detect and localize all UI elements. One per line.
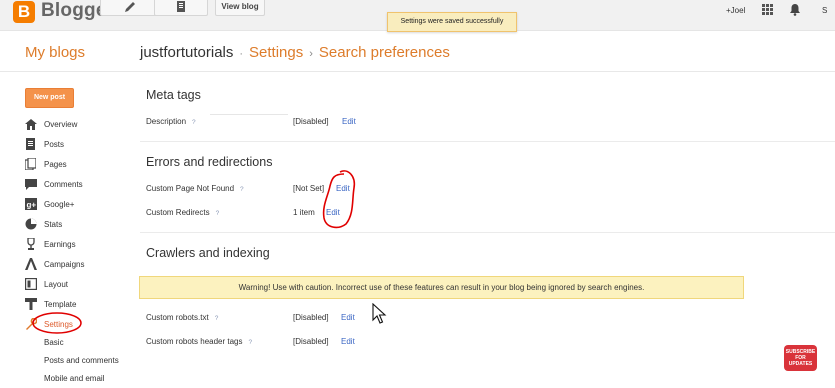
section-title-crawlers-indexing: Crawlers and indexing <box>146 246 270 260</box>
section-divider <box>140 232 835 233</box>
sidebar-item-comments[interactable]: Comments <box>24 174 119 194</box>
layout-icon <box>24 278 37 290</box>
sidebar-item-label: Earnings <box>44 239 76 249</box>
sidebar-item-label: Pages <box>44 159 67 169</box>
sidebar-item-label: Stats <box>44 219 63 229</box>
edit-custom-robots-txt-link[interactable]: Edit <box>341 313 355 322</box>
user-link[interactable]: +Joel <box>726 6 745 15</box>
help-icon[interactable]: ? <box>192 119 196 126</box>
sidebar-item-layout[interactable]: Layout <box>24 274 119 294</box>
settings-sub-basic[interactable]: Basic <box>24 334 119 352</box>
help-icon[interactable]: ? <box>216 210 220 217</box>
subscribe-badge[interactable]: SUBSCRIBE FOR UPDATES <box>784 345 817 371</box>
sidebar-item-overview[interactable]: Overview <box>24 114 119 134</box>
document-icon <box>177 1 185 12</box>
google-plus-icon: g+ <box>24 198 37 210</box>
warning-banner: Warning! Use with caution. Incorrect use… <box>139 276 744 299</box>
sidebar-item-label: Overview <box>44 119 78 129</box>
sidebar-item-label: Campaigns <box>44 259 85 269</box>
mouse-cursor-icon <box>372 303 387 324</box>
page-header: My blogs justfortutorials · Settings › Searc… <box>0 31 835 72</box>
sidebar-item-pages[interactable]: Pages <box>24 154 119 174</box>
setting-label-description: Description? <box>146 117 196 126</box>
annotation-circle-icon <box>322 170 356 229</box>
sidebar-item-earnings[interactable]: Earnings <box>24 234 119 254</box>
setting-label-custom-robots-header-tags: Custom robots header tags? <box>146 337 253 346</box>
comments-icon <box>24 178 37 190</box>
section-divider <box>140 141 835 142</box>
share-button[interactable]: S <box>822 6 827 15</box>
sidebar-item-label: Posts <box>44 139 65 149</box>
breadcrumb-current-page: Search preferences <box>318 44 450 61</box>
view-blog-button[interactable]: View blog <box>215 0 265 16</box>
pages-icon <box>24 158 37 170</box>
sidebar-nav: Overview Posts Pages Comments g+ Google+… <box>24 114 119 388</box>
blogger-logo-icon[interactable]: B <box>13 1 35 23</box>
notification-bell-icon[interactable] <box>789 3 801 16</box>
setting-label-custom-robots-txt: Custom robots.txt? <box>146 313 219 322</box>
sidebar-item-campaigns[interactable]: Campaigns <box>24 254 119 274</box>
apps-grid-icon[interactable] <box>762 4 773 15</box>
pencil-icon <box>125 2 135 12</box>
divider <box>210 114 288 115</box>
setting-label-custom-page-not-found: Custom Page Not Found? <box>146 184 244 193</box>
breadcrumb: justfortutorials · Settings › Search prefere… <box>140 44 450 61</box>
breadcrumb-separator: › <box>309 48 313 60</box>
sidebar-item-label: Google+ <box>44 199 75 209</box>
sidebar-item-label: Comments <box>44 179 83 189</box>
posts-list-button[interactable] <box>154 0 208 16</box>
section-title-meta-tags: Meta tags <box>146 88 201 102</box>
help-icon[interactable]: ? <box>215 315 219 322</box>
edit-description-link[interactable]: Edit <box>342 117 356 126</box>
stats-icon <box>24 218 37 230</box>
template-icon <box>24 298 37 310</box>
setting-label-custom-redirects: Custom Redirects? <box>146 208 220 217</box>
my-blogs-link[interactable]: My blogs <box>25 44 85 61</box>
sidebar-item-label: Template <box>44 299 77 309</box>
annotation-circle-icon <box>32 312 82 334</box>
trophy-icon <box>24 238 37 250</box>
sidebar-item-google-plus[interactable]: g+ Google+ <box>24 194 119 214</box>
setting-value-custom-robots-txt: [Disabled] <box>293 313 329 322</box>
svg-text:g+: g+ <box>26 201 36 210</box>
sidebar-item-label: Layout <box>44 279 69 289</box>
campaigns-icon <box>24 258 37 270</box>
setting-value-description: [Disabled] <box>293 117 329 126</box>
breadcrumb-blog-name[interactable]: justfortutorials <box>140 44 233 61</box>
top-bar: B Blogger View blog Settings were saved … <box>0 0 835 32</box>
home-icon <box>24 118 37 130</box>
setting-value-custom-robots-header-tags: [Disabled] <box>293 337 329 346</box>
edit-custom-robots-header-tags-link[interactable]: Edit <box>341 337 355 346</box>
settings-sub-mobile-and-email[interactable]: Mobile and email <box>24 370 119 388</box>
breadcrumb-separator: · <box>239 48 244 60</box>
help-icon[interactable]: ? <box>240 186 244 193</box>
setting-value-custom-redirects: 1 item <box>293 208 315 217</box>
new-post-pencil-button[interactable] <box>100 0 160 16</box>
help-icon[interactable]: ? <box>249 339 253 346</box>
new-post-button[interactable]: New post <box>25 88 74 108</box>
breadcrumb-settings[interactable]: Settings <box>249 44 303 61</box>
posts-icon <box>24 138 37 150</box>
settings-sub-posts-and-comments[interactable]: Posts and comments <box>24 352 119 370</box>
sidebar-item-stats[interactable]: Stats <box>24 214 119 234</box>
sidebar-item-posts[interactable]: Posts <box>24 134 119 154</box>
saved-toast: Settings were saved successfully <box>387 12 517 32</box>
section-title-errors-redirections: Errors and redirections <box>146 155 273 169</box>
